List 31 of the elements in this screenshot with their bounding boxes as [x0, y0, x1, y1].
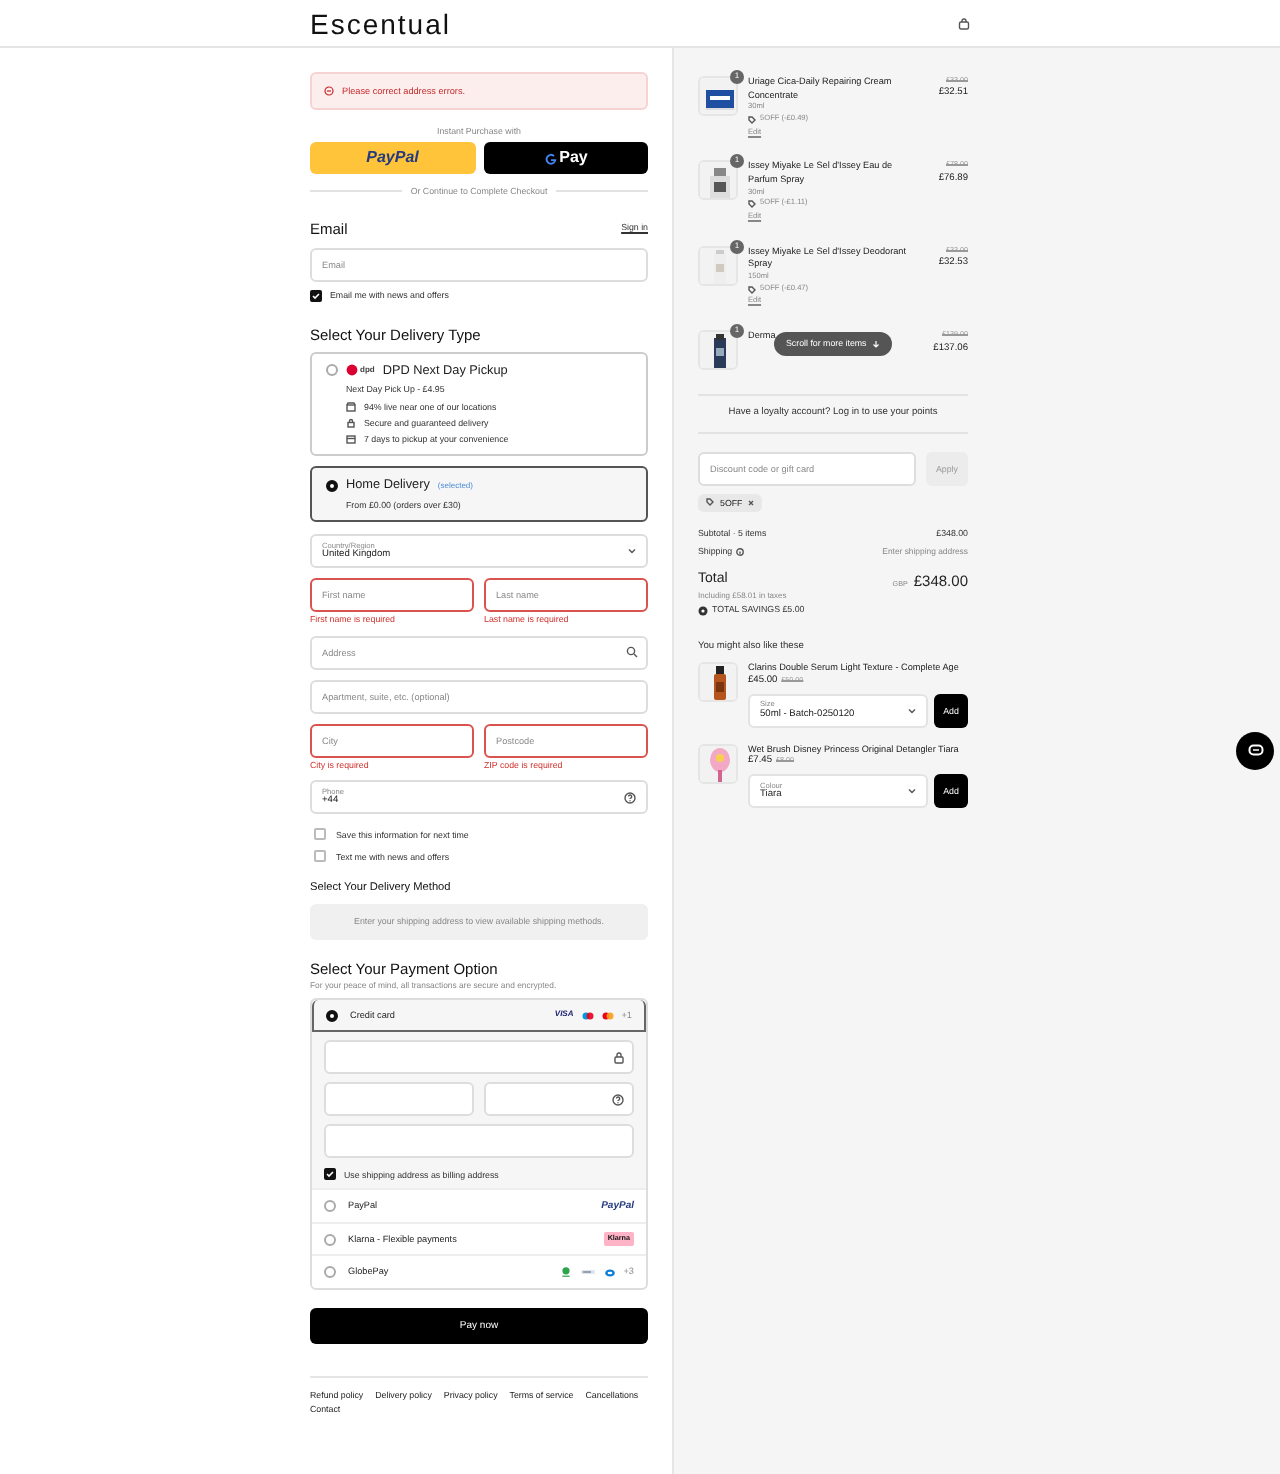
help-icon	[624, 791, 636, 804]
logo[interactable]: Escentual	[310, 9, 451, 37]
checkbox[interactable]	[314, 850, 326, 863]
help-icon	[612, 1093, 624, 1106]
discount-tag-icon	[748, 115, 756, 124]
chevron-down-icon	[908, 707, 916, 714]
discount-tag-icon	[748, 200, 756, 209]
chevron-down-icon	[908, 788, 916, 795]
discount-tag-icon	[706, 498, 714, 507]
arrow-down-icon	[872, 340, 881, 348]
checkbox[interactable]	[314, 828, 326, 841]
g-icon	[543, 151, 558, 166]
alert-icon	[324, 86, 334, 96]
bag-icon[interactable]	[958, 17, 970, 29]
chat-icon	[1247, 744, 1263, 758]
chevron-down-icon	[628, 548, 636, 555]
close-icon[interactable]	[748, 499, 755, 506]
checkbox[interactable]	[324, 1168, 336, 1181]
search-icon	[626, 646, 638, 659]
savings-icon	[698, 605, 708, 616]
lock-icon	[614, 1051, 624, 1064]
checkbox[interactable]	[310, 289, 322, 302]
mastercard-logo	[601, 1011, 614, 1020]
lock-icon	[346, 417, 356, 428]
discount-tag-icon	[748, 285, 756, 294]
info-icon	[736, 547, 745, 556]
paypal-button[interactable]: PayPal	[310, 142, 475, 175]
google-pay-button[interactable]: Pay	[483, 142, 648, 175]
store-icon	[346, 401, 356, 412]
maestro-logo	[581, 1011, 594, 1020]
calendar-icon	[346, 434, 356, 445]
